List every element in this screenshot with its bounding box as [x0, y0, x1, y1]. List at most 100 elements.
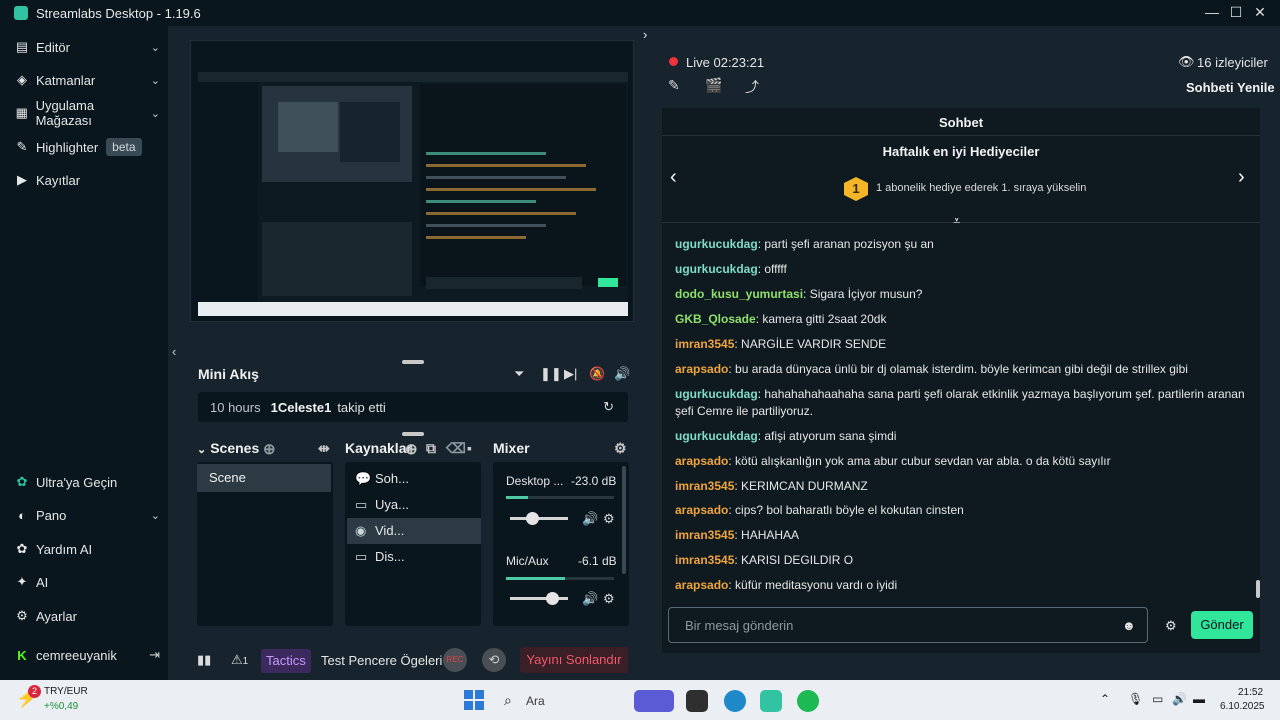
stats-icon[interactable]: ▮▮ [197, 652, 211, 668]
display-icon[interactable]: ▭ [1152, 692, 1163, 706]
scenes-title[interactable]: ⌄ Scenes [197, 440, 259, 456]
skip-icon[interactable]: ▶| [564, 366, 577, 382]
end-stream-button[interactable]: Yayını Sonlandır [520, 647, 628, 673]
chevron-left-icon[interactable]: ‹ [172, 344, 176, 359]
chat-username[interactable]: dodo_kusu_yumurtasi [675, 287, 803, 301]
collapse-icon[interactable]: ⩡ [953, 213, 960, 229]
sidebar-item-ai[interactable]: ✦ AI [14, 571, 160, 593]
sidebar-item-account[interactable]: K cemreeuyanik ⇥ [14, 644, 160, 666]
refresh-icon[interactable]: ↻ [603, 399, 614, 415]
chat-username[interactable]: GKB_Qlosade [675, 312, 756, 326]
filter-icon[interactable]: ⏷ [514, 366, 524, 382]
gear-icon[interactable]: ⚙ [603, 591, 615, 607]
remove-source-icon[interactable]: ⌫ [446, 440, 466, 457]
add-source-icon[interactable]: ⊕ [405, 440, 418, 458]
speaker-icon[interactable]: 🔊 [1172, 692, 1187, 706]
volume-slider[interactable] [510, 592, 568, 605]
source-settings-icon[interactable]: ▪ [467, 440, 472, 456]
scene-item[interactable]: Scene [197, 464, 331, 492]
record-button[interactable]: REC [443, 648, 467, 672]
emoji-icon[interactable]: ☻ [1122, 618, 1136, 633]
sidebar-item-dashboard[interactable]: ◐ Pano ⌄ [14, 504, 160, 526]
windows-start-icon[interactable] [464, 690, 484, 710]
volume-slider[interactable] [510, 512, 568, 525]
clock-time[interactable]: 21:52 [1238, 687, 1263, 698]
streamlabs-taskbar-icon[interactable] [760, 690, 782, 712]
sidebar-item-settings[interactable]: ⚙ Ayarlar [14, 605, 160, 627]
minimize-button[interactable]: — [1202, 4, 1222, 20]
gift-hint: 1 abonelik hediye ederek 1. sıraya yükse… [876, 182, 1087, 194]
source-item[interactable]: ◉ Vid... [347, 518, 481, 544]
chat-settings-icon[interactable]: ⚙ [1165, 618, 1177, 634]
mixer-scrollbar[interactable] [622, 466, 626, 574]
mixer-settings-icon[interactable]: ⚙ [614, 440, 627, 457]
gear-icon[interactable]: ⚙ [603, 511, 615, 527]
source-item[interactable]: ▭ Dis... [347, 544, 481, 570]
search-icon[interactable]: ⌕ [504, 692, 512, 709]
volume-icon[interactable]: 🔊 [614, 366, 630, 382]
mute-alerts-icon[interactable]: 🔕 [589, 366, 605, 382]
sidebar-item-ultra[interactable]: ✿ Ultra'ya Geçin [14, 471, 160, 493]
source-item[interactable]: 💬 Soh... [347, 466, 481, 492]
sidebar-item-highlighter[interactable]: ✎ Highlighter beta [14, 136, 160, 158]
chat-username[interactable]: imran3545 [675, 479, 734, 493]
slider-knob[interactable] [526, 512, 539, 525]
resize-handle[interactable] [402, 360, 424, 364]
edit-icon[interactable]: ✎ [668, 77, 680, 94]
add-scene-icon[interactable]: ⊕ [263, 440, 276, 458]
chevron-right-icon[interactable]: › [643, 27, 647, 42]
spotify-icon[interactable] [797, 690, 819, 712]
search-box[interactable]: Ara [526, 694, 545, 708]
chat-username[interactable]: ugurkucukdag [675, 429, 758, 443]
file-explorer-icon[interactable] [686, 690, 708, 712]
microphone-icon[interactable]: 🎙 [1128, 692, 1143, 706]
chat-username[interactable]: imran3545 [675, 553, 734, 567]
currency-pair[interactable]: TRY/EUR [44, 686, 88, 697]
sidebar-item-store[interactable]: ▦ Uygulama Mağazası ⌄ [14, 98, 160, 128]
chat-username[interactable]: arapsado [675, 454, 728, 468]
logout-icon[interactable]: ⇥ [149, 647, 160, 663]
resize-handle[interactable] [402, 432, 424, 436]
chevron-right-icon[interactable]: › [1238, 166, 1245, 189]
share-icon[interactable]: ⤴ [745, 77, 759, 97]
chat-username[interactable]: arapsado [675, 362, 728, 376]
chat-username[interactable]: arapsado [675, 503, 728, 517]
sidebar-item-help-ai[interactable]: ✿ Yardım AI [14, 538, 160, 560]
slider-knob[interactable] [546, 592, 559, 605]
volume-icon[interactable]: 🔊 [582, 591, 598, 607]
close-button[interactable]: ✕ [1250, 4, 1270, 21]
streamlabs-logo [14, 6, 28, 20]
chevron-left-icon[interactable]: ‹ [670, 166, 677, 189]
battery-icon[interactable]: ▬ [1193, 692, 1205, 706]
chat-username[interactable]: ugurkucukdag [675, 237, 758, 251]
refresh-chat-button[interactable]: Sohbeti Yenile [1186, 80, 1275, 95]
chat-input[interactable]: Bir mesaj gönderin [668, 607, 1148, 643]
chat-text: KARISI DEGILDIR O [741, 553, 854, 567]
activity-user[interactable]: 1Celeste1 [271, 400, 332, 415]
search-highlight-icon[interactable] [634, 690, 674, 712]
chat-scrollbar[interactable] [1256, 580, 1260, 598]
send-button[interactable]: Gönder [1191, 611, 1253, 639]
chat-username[interactable]: arapsado [675, 578, 728, 592]
source-item[interactable]: ▭ Uya... [347, 492, 481, 518]
clock-date[interactable]: 6.10.2025 [1220, 701, 1265, 712]
chat-username[interactable]: imran3545 [675, 337, 734, 351]
alert-icon[interactable]: ⚠1 [231, 652, 248, 668]
volume-icon[interactable]: 🔊 [582, 511, 598, 527]
folder-icon[interactable]: ⧉ [426, 440, 436, 457]
chat-username[interactable]: ugurkucukdag [675, 387, 758, 401]
chat-username[interactable]: ugurkucukdag [675, 262, 758, 276]
sidebar-item-editor[interactable]: ▤ Editör ⌄ [14, 36, 160, 58]
tactics-button[interactable]: Tactics [261, 649, 311, 673]
edge-icon[interactable] [724, 690, 746, 712]
sidebar-item-layers[interactable]: ◈ Katmanlar ⌄ [14, 69, 160, 91]
maximize-button[interactable]: ☐ [1226, 4, 1246, 21]
transition-icon[interactable]: ⇹ [318, 440, 330, 457]
chat-username[interactable]: imran3545 [675, 528, 734, 542]
clip-icon[interactable]: 🎬 [705, 77, 722, 94]
tray-chevron-up-icon[interactable]: ⌃ [1100, 692, 1110, 706]
sidebar-item-recordings[interactable]: ▶ Kayıtlar [14, 169, 160, 191]
replay-buffer-icon[interactable]: ⟲ [482, 648, 506, 672]
test-widgets-button[interactable]: Test Pencere Ögeleri [321, 653, 442, 668]
pause-icon[interactable]: ❚❚ [540, 366, 562, 382]
